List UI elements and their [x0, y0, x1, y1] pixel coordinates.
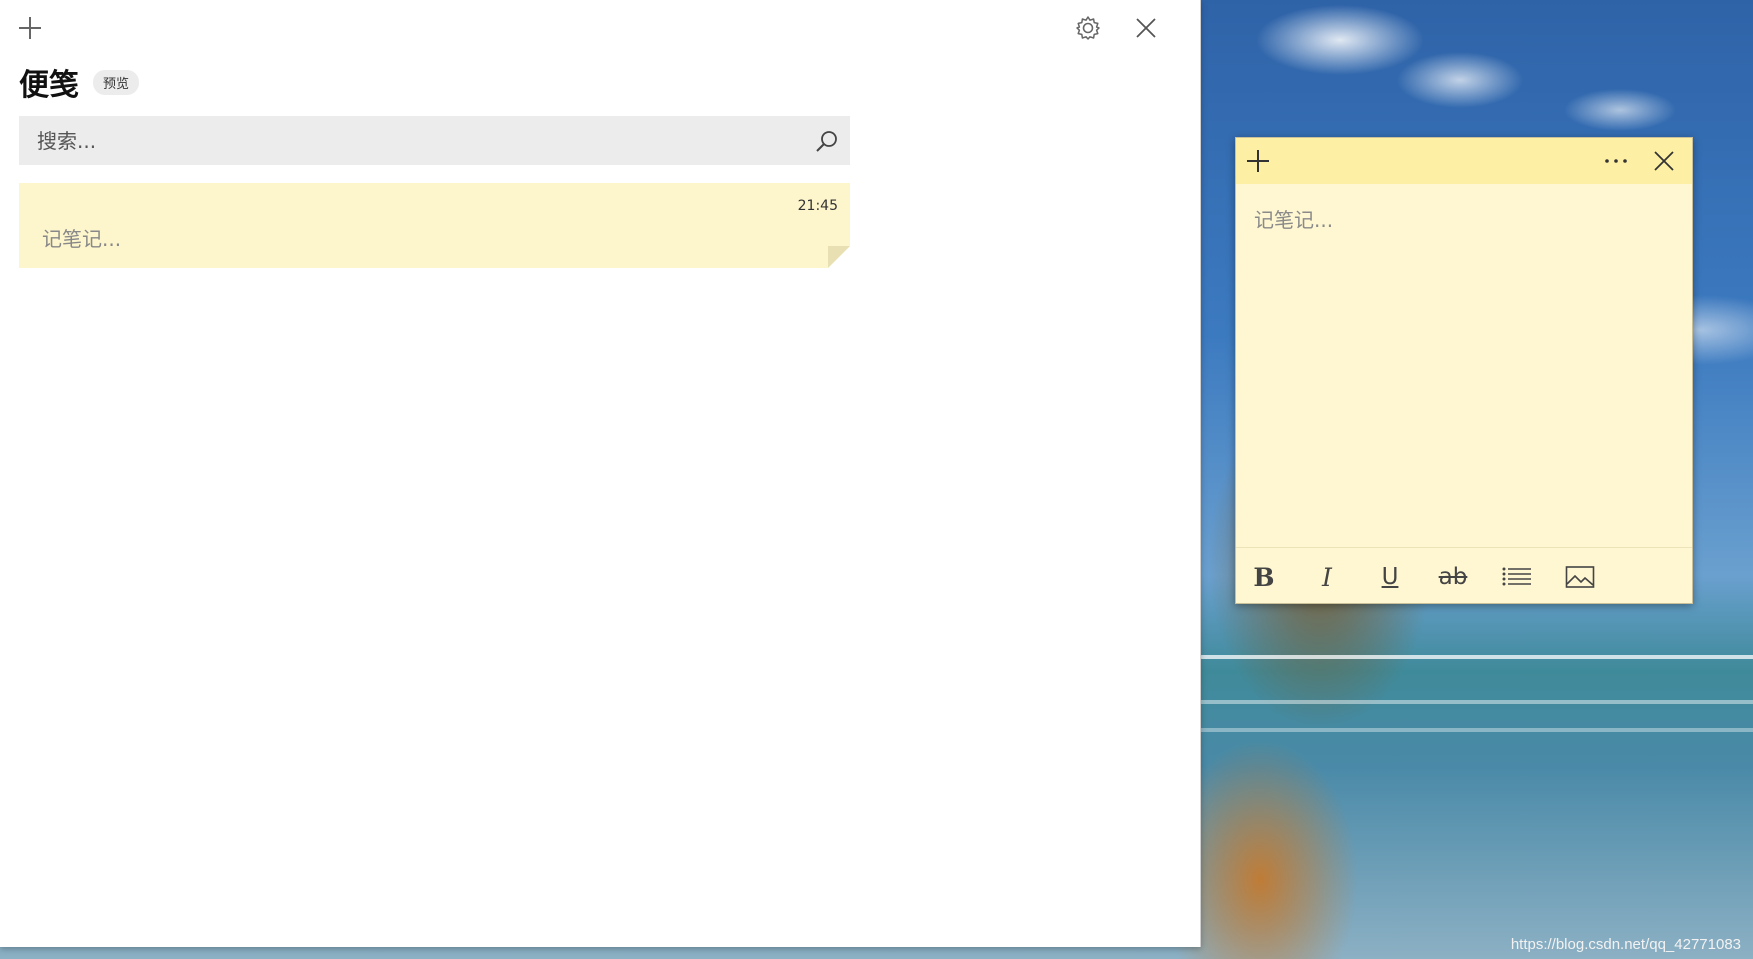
preview-badge: 预览: [93, 69, 140, 95]
new-note-button[interactable]: [12, 10, 48, 46]
formatting-toolbar: B I U ab: [1236, 548, 1692, 604]
search-button[interactable]: [809, 123, 845, 159]
sticky-notes-list-window: 便笺 预览 21:45 记笔记...: [0, 0, 1201, 947]
underline-button[interactable]: U: [1370, 558, 1410, 596]
note-timestamp: 21:45: [797, 198, 838, 214]
note-list-item[interactable]: 21:45 记笔记...: [19, 183, 850, 268]
search-box: [19, 116, 850, 165]
watermark-text: https://blog.csdn.net/qq_42771083: [1510, 936, 1741, 953]
wave-decoration: [1180, 700, 1753, 704]
sticky-note-window: 记笔记... B I U ab: [1235, 137, 1693, 604]
bold-button[interactable]: B: [1244, 558, 1284, 596]
bullet-list-icon: [1502, 567, 1531, 586]
wave-decoration: [1190, 728, 1753, 732]
insert-image-button[interactable]: [1560, 558, 1600, 596]
close-list-button[interactable]: [1128, 10, 1164, 46]
note-header: [1236, 138, 1692, 184]
new-note-button[interactable]: [1240, 143, 1276, 179]
page-title: 便笺: [19, 68, 79, 103]
italic-button[interactable]: I: [1307, 558, 1347, 596]
close-icon: [1136, 18, 1156, 38]
close-note-button[interactable]: [1646, 143, 1682, 179]
wave-decoration: [1200, 655, 1753, 659]
bullet-list-button[interactable]: [1497, 558, 1537, 596]
gear-icon: [1076, 16, 1100, 40]
title-row: 便笺 预览: [19, 60, 140, 104]
search-icon: [816, 131, 837, 152]
page-fold-corner: [828, 246, 850, 268]
more-options-button[interactable]: [1598, 143, 1634, 179]
more-icon: [1605, 159, 1627, 163]
close-icon: [1654, 151, 1674, 171]
plus-icon: [1247, 150, 1269, 172]
settings-button[interactable]: [1070, 10, 1106, 46]
image-icon: [1565, 566, 1595, 588]
strikethrough-button[interactable]: ab: [1433, 558, 1473, 596]
search-input[interactable]: [19, 116, 799, 165]
note-editor[interactable]: 记笔记...: [1254, 204, 1333, 233]
note-preview-text: 记笔记...: [42, 227, 122, 251]
plus-icon: [19, 17, 41, 39]
